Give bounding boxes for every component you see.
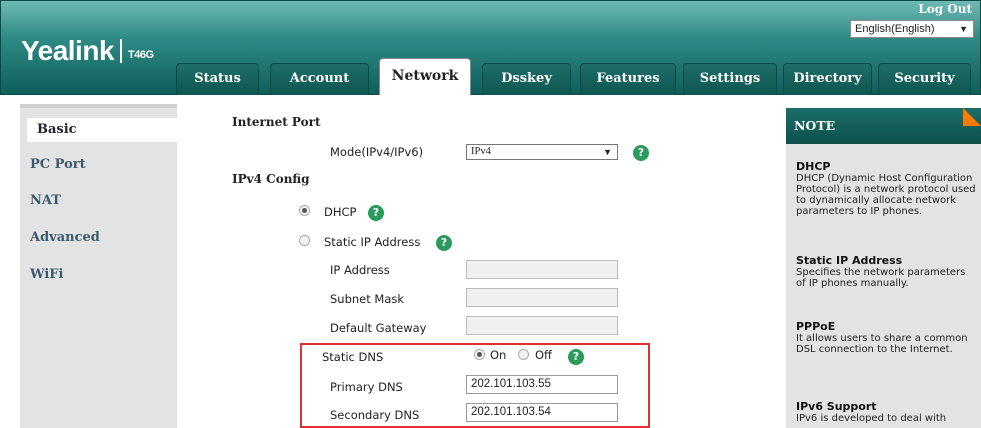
note-heading: NOTE bbox=[786, 108, 981, 144]
model-name: T46G bbox=[128, 49, 154, 61]
tab-network[interactable]: Network bbox=[379, 58, 471, 95]
tab-features[interactable]: Features bbox=[580, 63, 676, 95]
secondary-dns-field[interactable]: 202.101.103.54 bbox=[466, 403, 618, 422]
subnet-mask-label: Subnet Mask bbox=[330, 292, 405, 306]
tab-dsskey[interactable]: Dsskey bbox=[482, 63, 571, 95]
ipv4-config-heading: IPv4 Config bbox=[232, 172, 310, 186]
logo-separator bbox=[120, 39, 123, 63]
note-corner-fold bbox=[963, 108, 981, 126]
help-icon[interactable]: ? bbox=[368, 205, 384, 221]
sidebar-item-nat[interactable]: NAT bbox=[20, 189, 170, 213]
sidebar: Basic PC Port NAT Advanced WiFi bbox=[20, 108, 177, 428]
tab-security[interactable]: Security bbox=[878, 63, 971, 95]
sidebar-item-basic[interactable]: Basic bbox=[27, 118, 177, 142]
subnet-mask-field[interactable] bbox=[466, 288, 618, 307]
dropdown-arrow-icon: ▼ bbox=[959, 24, 968, 34]
internet-port-heading: Internet Port bbox=[232, 115, 321, 129]
sidebar-item-wifi[interactable]: WiFi bbox=[20, 263, 170, 287]
note-section-text: DHCP (Dynamic Host Configuration Protoco… bbox=[796, 173, 976, 217]
tab-status[interactable]: Status bbox=[176, 63, 259, 95]
note-section-text: IPv6 is developed to deal with bbox=[796, 413, 947, 424]
static-dns-on-radio[interactable] bbox=[474, 349, 485, 360]
dropdown-arrow-icon: ▼ bbox=[603, 147, 612, 157]
sidebar-item-pc-port[interactable]: PC Port bbox=[20, 153, 170, 177]
note-section-title: PPPoE bbox=[796, 320, 836, 333]
static-ip-label: Static IP Address bbox=[324, 235, 421, 249]
help-icon[interactable]: ? bbox=[568, 349, 584, 365]
static-dns-off-radio[interactable] bbox=[518, 349, 529, 360]
static-dns-off-label: Off bbox=[535, 348, 552, 362]
mode-label: Mode(IPv4/IPv6) bbox=[330, 145, 424, 159]
note-section-text: Specifies the network parameters of IP p… bbox=[796, 267, 966, 289]
dhcp-radio[interactable] bbox=[299, 205, 310, 216]
primary-dns-label: Primary DNS bbox=[330, 380, 403, 394]
language-value: English(English) bbox=[855, 23, 935, 35]
default-gateway-field[interactable] bbox=[466, 316, 618, 335]
mode-select[interactable]: IPv4 ▼ bbox=[466, 144, 618, 160]
primary-dns-field[interactable]: 202.101.103.55 bbox=[466, 375, 618, 394]
yealink-logo: Yealink T46G bbox=[21, 35, 154, 67]
ip-address-field[interactable] bbox=[466, 260, 618, 279]
mode-value: IPv4 bbox=[471, 146, 491, 157]
static-dns-on-label: On bbox=[490, 348, 507, 362]
logout-link[interactable]: Log Out bbox=[918, 2, 972, 16]
secondary-dns-label: Secondary DNS bbox=[330, 408, 420, 422]
static-dns-label: Static DNS bbox=[322, 350, 384, 364]
note-section-title: Static IP Address bbox=[796, 254, 903, 267]
default-gateway-label: Default Gateway bbox=[330, 321, 427, 335]
help-icon[interactable]: ? bbox=[633, 145, 649, 161]
tab-account[interactable]: Account bbox=[270, 63, 369, 95]
tab-settings[interactable]: Settings bbox=[683, 63, 777, 95]
help-icon[interactable]: ? bbox=[436, 235, 452, 251]
note-section-text: It allows users to share a common DSL co… bbox=[796, 333, 968, 355]
language-select[interactable]: English(English) ▼ bbox=[850, 20, 974, 38]
tab-directory[interactable]: Directory bbox=[783, 63, 872, 95]
dhcp-label: DHCP bbox=[324, 205, 357, 219]
sidebar-item-advanced[interactable]: Advanced bbox=[20, 226, 170, 250]
static-ip-radio[interactable] bbox=[299, 235, 310, 246]
brand-name: Yealink bbox=[21, 35, 115, 66]
ip-address-label: IP Address bbox=[330, 263, 390, 277]
note-section-title: DHCP bbox=[796, 160, 831, 173]
note-section-title: IPv6 Support bbox=[796, 400, 877, 413]
